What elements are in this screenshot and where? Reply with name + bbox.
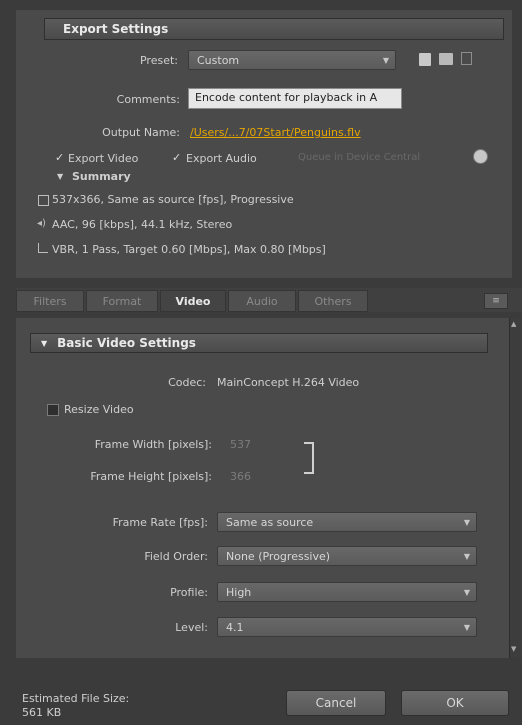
export-audio-label[interactable]: Export Audio (186, 152, 257, 165)
summary-line-video: 537x366, Same as source [fps], Progressi… (52, 193, 294, 206)
tab-audio-label: Audio (246, 294, 278, 308)
frame-height-label: Frame Height [pixels]: (90, 470, 212, 483)
basic-video-settings-header[interactable]: ▼ Basic Video Settings (30, 333, 488, 353)
estimated-file-size-value: 561 KB (22, 706, 62, 719)
delete-preset-icon[interactable] (461, 52, 472, 65)
profile-dropdown[interactable]: High ▼ (217, 582, 477, 602)
output-name-link[interactable]: /Users/...7/07Start/Penguins.flv (190, 126, 410, 139)
profile-value: High (226, 586, 252, 599)
comments-label: Comments: (116, 93, 180, 106)
export-settings-header[interactable]: Export Settings (44, 18, 504, 40)
field-order-value: None (Progressive) (226, 550, 331, 563)
preset-value: Custom (197, 54, 240, 67)
queue-device-central-label: Queue in Device Central (298, 152, 421, 163)
comments-field[interactable]: Encode content for playback in A (188, 88, 402, 109)
preset-dropdown[interactable]: Custom ▼ (188, 50, 396, 70)
collapse-icon: ▼ (41, 338, 48, 348)
field-order-dropdown[interactable]: None (Progressive) ▼ (217, 546, 477, 566)
ok-label: OK (446, 696, 464, 710)
level-dropdown[interactable]: 4.1 ▼ (217, 617, 477, 637)
constrain-proportions-icon[interactable] (304, 442, 314, 474)
tab-format-label: Format (102, 294, 142, 308)
summary-toggle-icon[interactable]: ▼ (57, 172, 63, 181)
panel-menu-icon[interactable]: ≡ (484, 293, 508, 309)
cancel-label: Cancel (315, 696, 357, 710)
audio-summary-icon: ◂) (37, 218, 46, 229)
scroll-up-icon[interactable]: ▲ (511, 320, 516, 328)
cancel-button[interactable]: Cancel (286, 690, 386, 716)
profile-label: Profile: (170, 586, 208, 599)
chevron-down-icon: ▼ (463, 622, 470, 632)
tab-format[interactable]: Format (86, 290, 158, 312)
frame-width-label: Frame Width [pixels]: (94, 438, 212, 451)
summary-line-audio: AAC, 96 [kbps], 44.1 kHz, Stereo (52, 218, 233, 231)
frame-rate-value: Same as source (226, 516, 314, 529)
tab-others-label: Others (314, 294, 352, 308)
video-summary-icon (38, 195, 49, 206)
tab-filters[interactable]: Filters (16, 290, 84, 312)
export-settings-title: Export Settings (63, 22, 169, 36)
chevron-down-icon: ▼ (463, 517, 470, 527)
scroll-down-icon[interactable]: ▼ (511, 645, 516, 653)
frame-width-value: 537 (230, 438, 251, 451)
chevron-down-icon: ▼ (382, 55, 389, 65)
video-settings-panel (16, 318, 510, 658)
tab-audio[interactable]: Audio (228, 290, 296, 312)
preset-label: Preset: (139, 54, 178, 67)
scrollbar-track[interactable] (509, 318, 522, 658)
codec-value: MainConcept H.264 Video (217, 376, 360, 389)
basic-video-settings-title: Basic Video Settings (57, 336, 196, 350)
export-audio-check-icon[interactable]: ✓ (172, 151, 181, 164)
tab-filters-label: Filters (33, 294, 67, 308)
ok-button[interactable]: OK (401, 690, 509, 716)
frame-rate-label: Frame Rate [fps]: (112, 516, 208, 529)
chevron-down-icon: ▼ (463, 587, 470, 597)
level-value: 4.1 (226, 621, 244, 634)
frame-rate-dropdown[interactable]: Same as source ▼ (217, 512, 477, 532)
estimated-file-size-label: Estimated File Size: (22, 692, 130, 705)
summary-line-bitrate: VBR, 1 Pass, Target 0.60 [Mbps], Max 0.8… (52, 243, 326, 256)
chevron-down-icon: ▼ (463, 551, 470, 561)
resize-video-label[interactable]: Resize Video (64, 403, 134, 416)
codec-label: Codec: (168, 376, 206, 389)
device-central-icon[interactable] (473, 149, 488, 164)
tab-video[interactable]: Video (160, 290, 226, 312)
field-order-label: Field Order: (144, 550, 208, 563)
save-preset-icon[interactable] (419, 53, 431, 66)
tab-video-label: Video (175, 294, 211, 308)
frame-height-value: 366 (230, 470, 251, 483)
summary-label[interactable]: Summary (72, 170, 131, 183)
output-name-label: Output Name: (102, 126, 180, 139)
export-video-label[interactable]: Export Video (68, 152, 138, 165)
level-label: Level: (175, 621, 208, 634)
bitrate-summary-icon (38, 243, 48, 253)
import-preset-icon[interactable] (439, 53, 453, 65)
tab-others[interactable]: Others (298, 290, 368, 312)
export-video-check-icon[interactable]: ✓ (55, 151, 64, 164)
resize-video-checkbox[interactable] (47, 404, 59, 416)
